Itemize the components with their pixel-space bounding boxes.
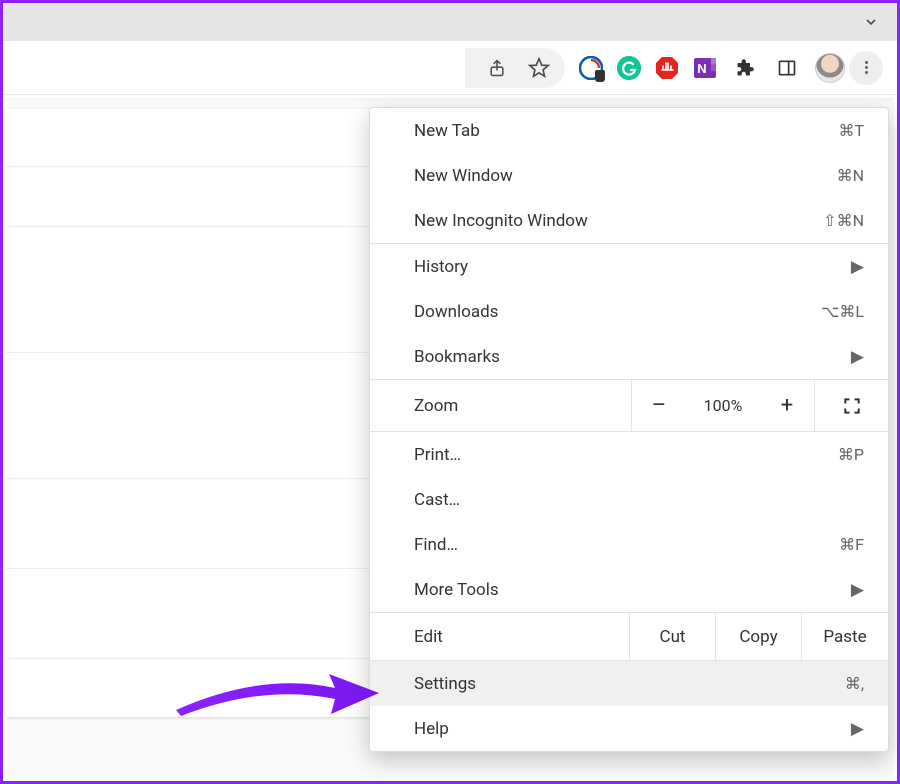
chevron-right-icon: ▶: [851, 257, 864, 277]
menu-item-help[interactable]: Help ▶: [370, 706, 888, 751]
menu-item-more-tools[interactable]: More Tools ▶: [370, 567, 888, 612]
menu-section-edit: Edit Cut Copy Paste: [370, 613, 888, 661]
tab-strip: [3, 3, 897, 41]
menu-label: Settings: [414, 674, 845, 694]
sidepanel-icon[interactable]: [773, 54, 801, 82]
menu-section-windows: New Tab ⌘T New Window ⌘N New Incognito W…: [370, 108, 888, 244]
svg-text:N: N: [697, 61, 706, 76]
menu-item-cast[interactable]: Cast…: [370, 477, 888, 522]
zoom-in-button[interactable]: +: [760, 380, 814, 431]
menu-shortcut: ⌘N: [837, 166, 864, 185]
extension-grammarly[interactable]: [617, 56, 641, 80]
menu-shortcut: ⌘T: [838, 121, 864, 140]
menu-label: Help: [414, 719, 851, 739]
chrome-menu: New Tab ⌘T New Window ⌘N New Incognito W…: [369, 107, 889, 752]
share-icon[interactable]: [483, 54, 511, 82]
menu-label: Find…: [414, 535, 839, 555]
menu-item-downloads[interactable]: Downloads ⌥⌘L: [370, 289, 888, 334]
edit-cut-button[interactable]: Cut: [630, 613, 716, 660]
menu-section-tools: Print… ⌘P Cast… Find… ⌘F More Tools ▶: [370, 432, 888, 613]
chrome-menu-button[interactable]: [849, 51, 883, 85]
menu-label: Bookmarks: [414, 347, 851, 367]
extension-adblock[interactable]: [655, 56, 679, 80]
menu-section-history: History ▶ Downloads ⌥⌘L Bookmarks ▶: [370, 244, 888, 380]
extensions-row: N: [579, 54, 801, 82]
extension-quicktime[interactable]: [579, 56, 603, 80]
menu-label: More Tools: [414, 580, 851, 600]
zoom-label: Zoom: [370, 380, 632, 431]
zoom-out-button[interactable]: –: [632, 380, 686, 431]
menu-label: Print…: [414, 445, 838, 465]
menu-item-bookmarks[interactable]: Bookmarks ▶: [370, 334, 888, 379]
menu-label: New Incognito Window: [414, 211, 823, 231]
menu-section-settings: Settings ⌘, Help ▶: [370, 661, 888, 751]
edit-label: Edit: [370, 613, 630, 660]
menu-label: New Window: [414, 166, 837, 186]
browser-toolbar: N: [3, 41, 897, 95]
menu-shortcut: ⇧⌘N: [823, 211, 864, 230]
menu-item-new-window[interactable]: New Window ⌘N: [370, 153, 888, 198]
profile-avatar[interactable]: [815, 53, 845, 83]
menu-label: Cast…: [414, 490, 864, 510]
chevron-right-icon: ▶: [851, 719, 864, 739]
menu-item-history[interactable]: History ▶: [370, 244, 888, 289]
menu-item-new-incognito[interactable]: New Incognito Window ⇧⌘N: [370, 198, 888, 243]
menu-section-zoom: Zoom – 100% +: [370, 380, 888, 432]
extensions-icon[interactable]: [731, 54, 759, 82]
address-bar-actions: [465, 48, 565, 88]
menu-shortcut: ⌘P: [838, 445, 864, 464]
menu-item-find[interactable]: Find… ⌘F: [370, 522, 888, 567]
chevron-down-icon[interactable]: [863, 14, 879, 30]
chevron-right-icon: ▶: [851, 347, 864, 367]
lock-icon: [595, 70, 605, 82]
zoom-value: 100%: [686, 380, 760, 431]
star-icon[interactable]: [525, 54, 553, 82]
menu-label: New Tab: [414, 121, 838, 141]
menu-item-new-tab[interactable]: New Tab ⌘T: [370, 108, 888, 153]
edit-copy-button[interactable]: Copy: [716, 613, 802, 660]
menu-item-print[interactable]: Print… ⌘P: [370, 432, 888, 477]
chevron-right-icon: ▶: [851, 580, 864, 600]
menu-shortcut: ⌥⌘L: [821, 302, 864, 321]
menu-label: Downloads: [414, 302, 821, 322]
menu-label: History: [414, 257, 851, 277]
edit-paste-button[interactable]: Paste: [802, 613, 888, 660]
fullscreen-button[interactable]: [814, 380, 888, 431]
extension-onenote[interactable]: N: [693, 56, 717, 80]
menu-shortcut: ⌘F: [839, 535, 864, 554]
menu-shortcut: ⌘,: [845, 674, 864, 693]
menu-item-settings[interactable]: Settings ⌘,: [370, 661, 888, 706]
